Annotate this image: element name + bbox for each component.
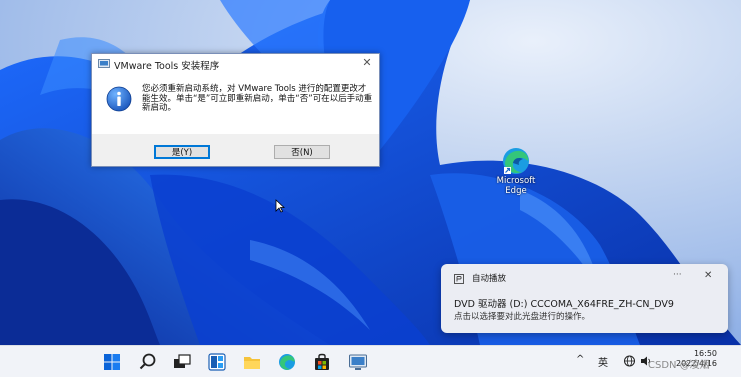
edge-icon[interactable] bbox=[277, 352, 297, 372]
desktop-icon-label: Microsoft Edge bbox=[496, 176, 536, 196]
vmware-restart-dialog: VMware Tools 安装程序 ✕ 您必须重新启动系统，对 VMware T… bbox=[91, 53, 380, 167]
file-explorer-icon[interactable] bbox=[242, 352, 262, 372]
information-icon bbox=[106, 86, 132, 112]
autoplay-notification[interactable]: 自动播放 ··· ✕ DVD 驱动器 (D:) CCCOMA_X64FRE_ZH… bbox=[441, 264, 728, 333]
yes-button[interactable]: 是(Y) bbox=[154, 145, 210, 159]
dialog-body: 您必须重新启动系统，对 VMware Tools 进行的配置更改才能生效。单击“… bbox=[92, 74, 379, 134]
mouse-cursor-icon bbox=[275, 199, 285, 213]
network-icon[interactable] bbox=[623, 355, 636, 367]
desktop-icon-edge[interactable]: Microsoft Edge bbox=[488, 146, 544, 206]
task-view-icon[interactable] bbox=[172, 352, 192, 372]
taskbar: ^ 英 16:50 2022/4/16 bbox=[0, 345, 741, 377]
notification-app-name: 自动播放 bbox=[472, 274, 507, 284]
start-icon[interactable] bbox=[102, 352, 122, 372]
notification-close-button[interactable]: ✕ bbox=[704, 270, 712, 281]
search-icon[interactable] bbox=[138, 352, 158, 372]
watermark: CSDN @凌烟 bbox=[648, 360, 710, 371]
no-button[interactable]: 否(N) bbox=[274, 145, 330, 159]
widgets-icon[interactable] bbox=[207, 352, 227, 372]
vmware-tools-app-icon bbox=[98, 59, 110, 68]
store-icon[interactable] bbox=[312, 352, 332, 372]
notification-title: DVD 驱动器 (D:) CCCOMA_X64FRE_ZH-CN_DV9 bbox=[454, 299, 674, 310]
autoplay-icon bbox=[454, 274, 464, 284]
tray-chevron-icon[interactable]: ^ bbox=[576, 354, 584, 365]
dialog-title-bar[interactable]: VMware Tools 安装程序 ✕ bbox=[92, 54, 379, 74]
notification-more-button[interactable]: ··· bbox=[673, 270, 682, 280]
notification-body: 点击以选择要对此光盘进行的操作。 bbox=[454, 312, 591, 322]
input-method-indicator[interactable]: 英 bbox=[598, 354, 608, 369]
dialog-title: VMware Tools 安装程序 bbox=[114, 61, 220, 72]
vmware-tools-icon[interactable] bbox=[348, 352, 368, 372]
dialog-message: 您必须重新启动系统，对 VMware Tools 进行的配置更改才能生效。单击“… bbox=[142, 84, 373, 113]
dialog-close-button[interactable]: ✕ bbox=[361, 57, 373, 69]
edge-icon bbox=[503, 148, 529, 174]
